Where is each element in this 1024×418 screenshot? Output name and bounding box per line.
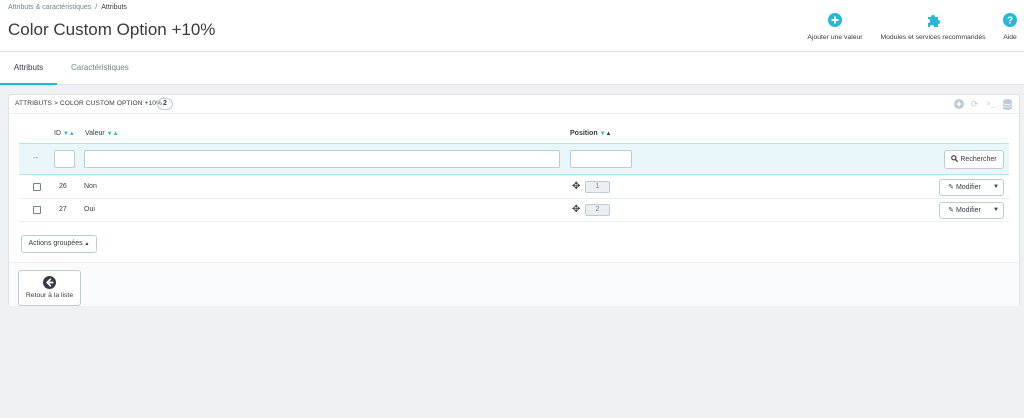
tab-bar: Attributs Caractéristiques xyxy=(0,52,1024,85)
panel-tools: ⟳ >_ xyxy=(951,97,1017,112)
chevron-down-icon[interactable]: ▼ xyxy=(989,203,1003,218)
help-label: Aide xyxy=(1003,34,1017,41)
sort-active-icon: ▲ xyxy=(605,131,612,137)
help-button[interactable]: ? Aide xyxy=(999,13,1021,41)
breadcrumb: Attributs & caractéristiques / Attributs xyxy=(8,4,127,11)
pencil-icon: ✎ xyxy=(948,184,954,191)
filter-id-input[interactable] xyxy=(54,150,75,168)
breadcrumb-current: Attributs xyxy=(101,4,127,11)
drag-handle-icon[interactable]: ✥ xyxy=(572,181,580,193)
sql-terminal-icon[interactable]: >_ xyxy=(983,97,998,112)
edit-label: Modifier xyxy=(955,207,981,214)
back-to-list-label: Retour à la liste xyxy=(25,292,74,299)
filter-row: -- Rechercher xyxy=(19,143,1009,175)
chevron-down-icon[interactable]: ▼ xyxy=(989,180,1003,195)
column-position-label: Position xyxy=(570,130,598,137)
edit-button[interactable]: ✎ Modifier xyxy=(940,203,989,218)
panel-header: ATTRIBUTS > COLOR CUSTOM OPTION +10% 2 ⟳… xyxy=(9,95,1019,114)
row-id: 26 xyxy=(59,183,67,190)
sort-arrows-icon[interactable]: ▼▲ xyxy=(63,131,75,137)
search-button[interactable]: Rechercher xyxy=(944,150,1004,169)
column-value-label: Valeur xyxy=(85,130,105,137)
row-checkbox[interactable] xyxy=(33,183,41,191)
pencil-icon: ✎ xyxy=(948,207,954,214)
row-position: 1 xyxy=(585,181,610,193)
row-id: 27 xyxy=(59,206,67,213)
panel-footer: Retour à la liste xyxy=(9,262,1019,306)
arrow-left-circle-icon xyxy=(43,276,56,289)
edit-label: Modifier xyxy=(955,184,981,191)
add-icon[interactable] xyxy=(951,97,966,112)
row-value: Non xyxy=(84,183,97,190)
row-checkbox[interactable] xyxy=(33,206,41,214)
help-icon: ? xyxy=(1003,13,1017,27)
row-actions: ✎ Modifier ▼ xyxy=(939,202,1004,219)
database-icon[interactable] xyxy=(1000,97,1015,112)
add-value-button[interactable]: Ajouter une valeur xyxy=(803,13,867,41)
bulk-actions-button[interactable]: Actions groupées ▲ xyxy=(21,235,97,253)
drag-handle-icon[interactable]: ✥ xyxy=(572,204,580,216)
breadcrumb-parent-link[interactable]: Attributs & caractéristiques xyxy=(8,4,91,11)
row-actions: ✎ Modifier ▼ xyxy=(939,179,1004,196)
panel-title: ATTRIBUTS > COLOR CUSTOM OPTION +10% xyxy=(15,100,162,107)
breadcrumb-separator: / xyxy=(95,4,98,11)
puzzle-icon xyxy=(928,15,940,27)
svg-text:?: ? xyxy=(1007,16,1013,27)
table-row: 27 Oui ✥ 2 ✎ Modifier ▼ xyxy=(19,199,1009,222)
recommended-modules-button[interactable]: Modules et services recommandés xyxy=(873,13,993,41)
count-badge: 2 xyxy=(157,98,173,110)
tab-caracteristiques[interactable]: Caractéristiques xyxy=(71,52,129,85)
sort-arrows-icon[interactable]: ▼▲ xyxy=(107,131,119,137)
page-title: Color Custom Option +10% xyxy=(8,20,216,39)
edit-button[interactable]: ✎ Modifier xyxy=(940,180,989,195)
add-circle-icon xyxy=(828,13,842,27)
add-value-label: Ajouter une valeur xyxy=(807,34,863,41)
column-header-id[interactable]: ID ▼▲ xyxy=(54,130,75,137)
column-header-value[interactable]: Valeur ▼▲ xyxy=(85,130,119,137)
back-to-list-button[interactable]: Retour à la liste xyxy=(18,270,81,306)
filter-value-input[interactable] xyxy=(84,150,560,168)
recommended-modules-label: Modules et services recommandés xyxy=(880,34,986,41)
page-header: Attributs & caractéristiques / Attributs C… xyxy=(0,0,1024,52)
filter-placeholder-dash: -- xyxy=(33,153,39,162)
search-button-label: Rechercher xyxy=(960,156,997,163)
row-position: 2 xyxy=(585,204,610,216)
search-icon xyxy=(951,155,959,163)
caret-up-icon: ▲ xyxy=(84,241,90,247)
tab-attributs[interactable]: Attributs xyxy=(0,52,57,85)
attribute-values-panel: ATTRIBUTS > COLOR CUSTOM OPTION +10% 2 ⟳… xyxy=(8,94,1020,306)
bulk-actions-label: Actions groupées xyxy=(28,240,83,247)
filter-position-input[interactable] xyxy=(570,150,632,168)
column-header-position[interactable]: Position ▼▲ xyxy=(570,130,611,137)
row-value: Oui xyxy=(84,206,95,213)
refresh-icon[interactable]: ⟳ xyxy=(967,97,982,112)
table-row: 26 Non ✥ 1 ✎ Modifier ▼ xyxy=(19,176,1009,199)
column-id-label: ID xyxy=(54,130,61,137)
